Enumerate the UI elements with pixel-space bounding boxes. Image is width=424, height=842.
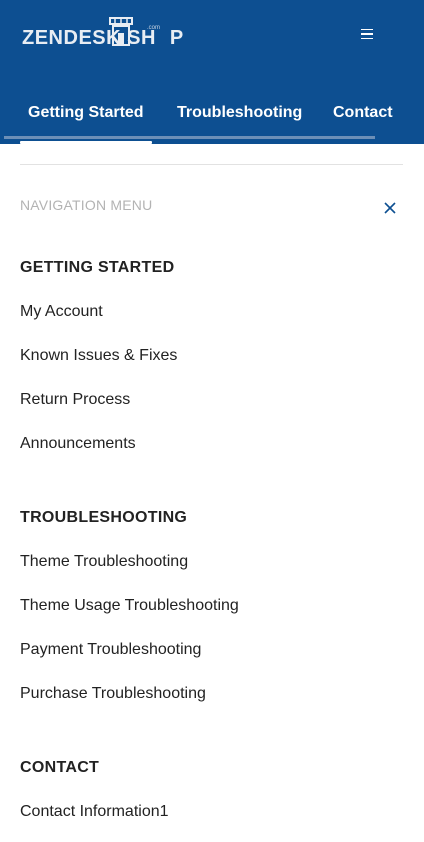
nav-link-known-issues[interactable]: Known Issues & Fixes bbox=[20, 347, 177, 365]
nav-link-payment-troubleshooting[interactable]: Payment Troubleshooting bbox=[20, 641, 201, 659]
nav-link-theme-usage-troubleshooting[interactable]: Theme Usage Troubleshooting bbox=[20, 597, 239, 615]
section-title-getting-started: GETTING STARTED bbox=[20, 259, 175, 276]
nav-link-theme-troubleshooting[interactable]: Theme Troubleshooting bbox=[20, 553, 188, 571]
zendesk-shop-logo[interactable]: ZENDESK SH P bbox=[22, 16, 184, 52]
nav-link-purchase-troubleshooting[interactable]: Purchase Troubleshooting bbox=[20, 685, 206, 703]
tabs-active-indicator bbox=[20, 141, 152, 144]
storefront-icon bbox=[109, 17, 133, 46]
navigation-menu-title: NAVIGATION MENU bbox=[20, 197, 153, 213]
section-title-contact: CONTACT bbox=[20, 759, 100, 776]
nav-link-announcements[interactable]: Announcements bbox=[20, 435, 136, 453]
category-tabs: Getting Started Troubleshooting Contact bbox=[0, 104, 424, 128]
nav-link-my-account[interactable]: My Account bbox=[20, 303, 103, 321]
tab-contact[interactable]: Contact bbox=[333, 104, 393, 122]
logo-wordmark: ZENDESK SH P bbox=[22, 27, 184, 49]
nav-link-contact-information[interactable]: Contact Information1 bbox=[20, 803, 169, 821]
site-header: ZENDESK SH P .com Getting Started Trouble… bbox=[0, 0, 424, 144]
tab-troubleshooting[interactable]: Troubleshooting bbox=[177, 104, 302, 122]
nav-link-return-process[interactable]: Return Process bbox=[20, 391, 130, 409]
tab-getting-started[interactable]: Getting Started bbox=[28, 104, 144, 122]
close-icon[interactable] bbox=[381, 199, 399, 217]
divider bbox=[20, 164, 403, 165]
hamburger-menu-icon[interactable] bbox=[356, 24, 378, 44]
tabs-scrollbar-track[interactable] bbox=[4, 136, 375, 139]
logo-domain-suffix: .com bbox=[147, 25, 161, 31]
section-title-troubleshooting: TROUBLESHOOTING bbox=[20, 509, 188, 526]
